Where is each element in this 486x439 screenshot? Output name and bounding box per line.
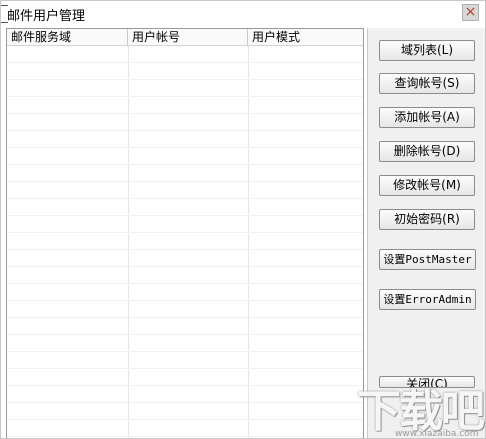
empty-row-line	[7, 232, 363, 233]
add-account-button[interactable]: 添加帐号(A)	[379, 107, 475, 128]
empty-row-line	[7, 198, 363, 199]
empty-row-line	[7, 79, 363, 80]
empty-row-line	[7, 130, 363, 131]
empty-row-line	[7, 283, 363, 284]
mail-user-management-window: 邮件用户管理 × 邮件服务域 用户帐号 用户模式 域列表(L) 查询帐号(S) …	[0, 0, 486, 439]
empty-row-line	[7, 300, 363, 301]
set-postmaster-button[interactable]: 设置PostMaster	[379, 249, 476, 270]
column-divider	[128, 45, 129, 438]
empty-row-line	[7, 368, 363, 369]
delete-account-button[interactable]: 删除帐号(D)	[379, 141, 475, 162]
empty-row-line	[7, 351, 363, 352]
query-account-button[interactable]: 查询帐号(S)	[379, 73, 475, 94]
column-header-user-account[interactable]: 用户帐号	[128, 29, 248, 45]
title-bar: 邮件用户管理 ×	[1, 1, 485, 27]
empty-row-line	[7, 215, 363, 216]
empty-row-line	[7, 62, 363, 63]
empty-row-line	[7, 164, 363, 165]
empty-row-line	[7, 436, 363, 437]
empty-row-line	[7, 317, 363, 318]
empty-row-line	[7, 181, 363, 182]
column-header-user-mode[interactable]: 用户模式	[248, 29, 363, 45]
close-window-button[interactable]: ×	[462, 4, 479, 21]
empty-row-line	[7, 402, 363, 403]
empty-row-line	[7, 96, 363, 97]
set-erroradmin-button[interactable]: 设置ErrorAdmin	[379, 289, 476, 310]
list-header: 邮件服务域 用户帐号 用户模式	[7, 29, 363, 46]
empty-row-line	[7, 385, 363, 386]
close-button[interactable]: 关闭(C)	[379, 376, 475, 388]
domain-list-button[interactable]: 域列表(L)	[379, 40, 475, 61]
empty-row-line	[7, 147, 363, 148]
empty-row-line	[7, 113, 363, 114]
empty-row-line	[7, 249, 363, 250]
empty-row-line	[7, 419, 363, 420]
column-header-mail-domain[interactable]: 邮件服务域	[7, 29, 128, 45]
window-title: 邮件用户管理	[7, 9, 86, 24]
empty-row-line	[7, 266, 363, 267]
action-panel: 域列表(L) 查询帐号(S) 添加帐号(A) 删除帐号(D) 修改帐号(M) 初…	[367, 28, 485, 438]
empty-row-line	[7, 334, 363, 335]
column-divider	[248, 45, 249, 438]
user-list[interactable]: 邮件服务域 用户帐号 用户模式	[6, 28, 364, 438]
modify-account-button[interactable]: 修改帐号(M)	[379, 175, 475, 196]
init-password-button[interactable]: 初始密码(R)	[379, 209, 475, 230]
